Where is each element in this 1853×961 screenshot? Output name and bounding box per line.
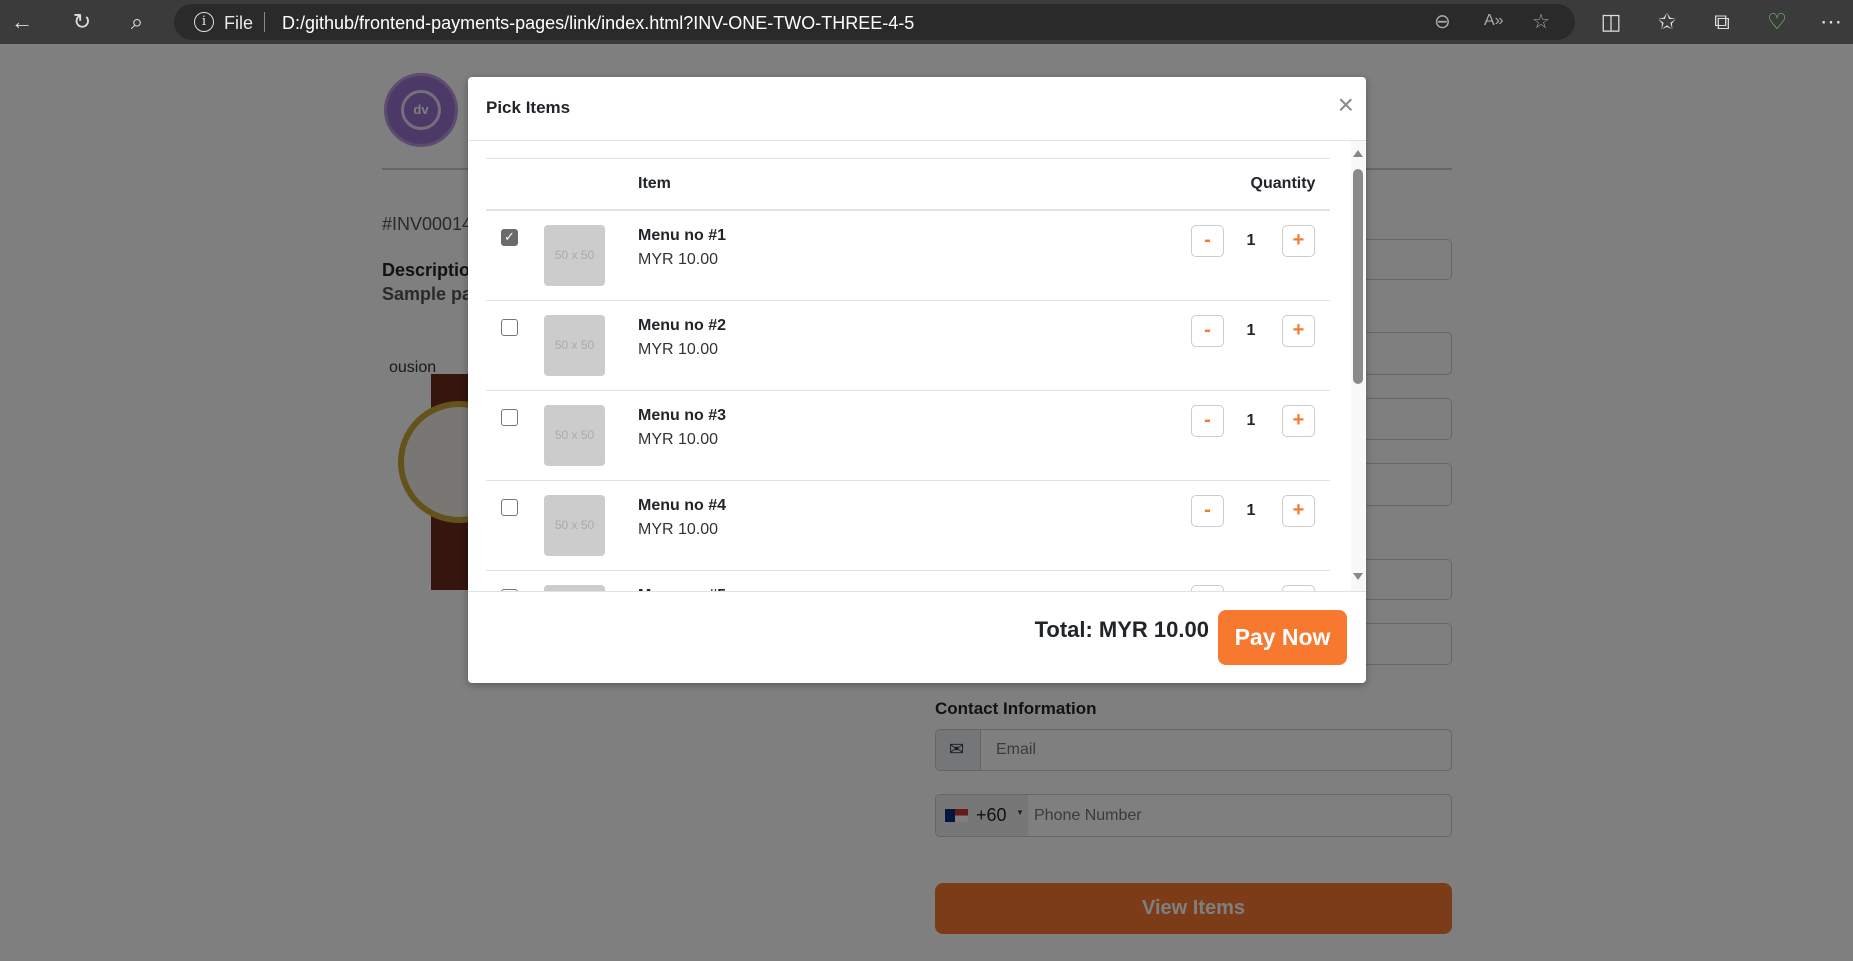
close-icon[interactable]: ×	[1338, 91, 1354, 119]
favorite-star-icon[interactable]: ☆	[1532, 9, 1550, 34]
item-name: Menu no #2	[638, 317, 727, 334]
back-icon[interactable]: ←	[8, 8, 36, 36]
info-icon[interactable]: i	[194, 12, 214, 32]
scrollbar[interactable]	[1351, 141, 1365, 591]
item-thumbnail: 50 x 50	[544, 495, 605, 556]
search-icon[interactable]: ⌕	[123, 8, 151, 36]
table-row: 50 x 50 Menu no #4 MYR 10.00 - 1 +	[486, 481, 1330, 571]
item-price: MYR 10.00	[638, 341, 719, 358]
quantity-value: 1	[1246, 502, 1256, 519]
scroll-up-arrow-icon[interactable]	[1353, 150, 1363, 157]
address-bar[interactable]: i File D:/github/frontend-payments-pages…	[174, 4, 1575, 40]
decrease-quantity-button[interactable]: -	[1191, 315, 1224, 347]
item-price: MYR 10.00	[638, 251, 719, 268]
total-amount: Total: MYR 10.00	[1034, 617, 1209, 642]
pick-items-modal: Pick Items × Item Quantity ✓ 50 x 50 Men…	[468, 77, 1366, 683]
item-checkbox[interactable]	[501, 319, 518, 336]
table-header: Item Quantity	[486, 159, 1330, 211]
item-name: Menu no #1	[638, 227, 727, 244]
refresh-icon[interactable]: ↻	[68, 8, 96, 36]
browser-essentials-icon[interactable]: ♡	[1763, 8, 1791, 36]
table-row: 50 x 50 Menu no #5 MYR 10.00 - 1 +	[486, 571, 1330, 591]
pay-now-button[interactable]: Pay Now	[1218, 610, 1347, 665]
item-name: Menu no #4	[638, 497, 727, 514]
read-aloud-icon[interactable]: A»	[1484, 12, 1504, 30]
split-screen-icon[interactable]: ◫	[1597, 8, 1625, 36]
increase-quantity-button[interactable]: +	[1282, 495, 1315, 527]
item-thumbnail: 50 x 50	[544, 405, 605, 466]
divider	[264, 12, 265, 32]
table-row: ✓ 50 x 50 Menu no #1 MYR 10.00 - 1 +	[486, 211, 1330, 301]
table-row: 50 x 50 Menu no #2 MYR 10.00 - 1 +	[486, 301, 1330, 391]
item-name: Menu no #3	[638, 407, 727, 424]
items-scroll-area[interactable]: Item Quantity ✓ 50 x 50 Menu no #1 MYR 1…	[468, 141, 1366, 591]
decrease-quantity-button[interactable]: -	[1191, 495, 1224, 527]
quantity-value: 1	[1246, 232, 1256, 249]
increase-quantity-button[interactable]: +	[1282, 405, 1315, 437]
modal-title: Pick Items	[486, 98, 571, 117]
url-text[interactable]: D:/github/frontend-payments-pages/link/i…	[282, 13, 914, 34]
decrease-quantity-button[interactable]: -	[1191, 405, 1224, 437]
quantity-value: 1	[1246, 412, 1256, 429]
scrollbar-thumb[interactable]	[1353, 169, 1363, 384]
item-thumbnail: 50 x 50	[544, 315, 605, 376]
items-table: Item Quantity ✓ 50 x 50 Menu no #1 MYR 1…	[486, 158, 1330, 591]
item-checkbox[interactable]: ✓	[501, 229, 518, 246]
item-thumbnail: 50 x 50	[544, 225, 605, 286]
collections-icon[interactable]: ⧉	[1708, 8, 1736, 36]
favorites-icon[interactable]: ✩	[1653, 8, 1681, 36]
increase-quantity-button[interactable]: +	[1282, 225, 1315, 257]
item-checkbox[interactable]	[501, 409, 518, 426]
column-item: Item	[638, 175, 671, 192]
quantity-value: 1	[1246, 322, 1256, 339]
scroll-down-arrow-icon[interactable]	[1353, 573, 1363, 580]
zoom-out-icon[interactable]: ⊖	[1434, 9, 1451, 34]
item-price: MYR 10.00	[638, 521, 719, 538]
browser-toolbar: ← ↻ ⌕ i File D:/github/frontend-payments…	[0, 0, 1853, 44]
increase-quantity-button[interactable]: +	[1282, 315, 1315, 347]
file-label: File	[224, 13, 254, 33]
divider	[468, 591, 1366, 592]
item-price: MYR 10.00	[638, 431, 719, 448]
column-quantity: Quantity	[1250, 175, 1316, 192]
table-row: 50 x 50 Menu no #3 MYR 10.00 - 1 +	[486, 391, 1330, 481]
item-checkbox[interactable]	[501, 499, 518, 516]
decrease-quantity-button[interactable]: -	[1191, 225, 1224, 257]
more-menu-icon[interactable]: ⋯	[1817, 8, 1845, 36]
